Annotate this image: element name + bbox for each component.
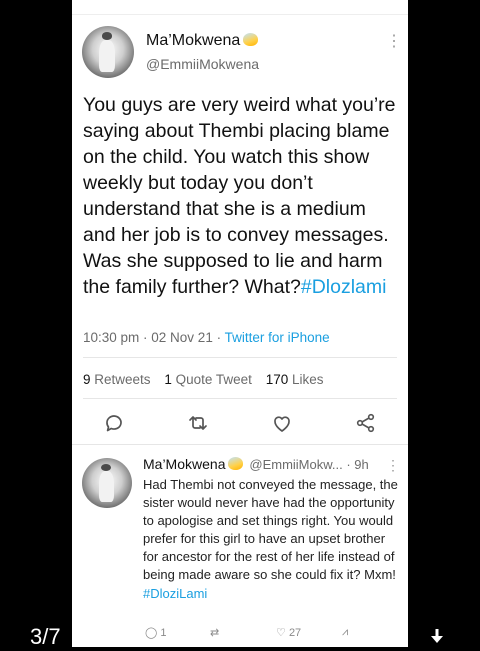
reply-count: 1 (160, 627, 167, 639)
hashtag-link[interactable]: #Dlozlami (301, 276, 387, 298)
tweet-time: 10:30 pm · 02 Nov 21 · (83, 330, 225, 345)
share-small-icon: ⩘ (342, 626, 349, 638)
reply-author-avatar[interactable] (82, 458, 132, 508)
tweet-meta: 10:30 pm · 02 Nov 21 · Twitter for iPhon… (83, 330, 330, 345)
heart-small-icon: ♡ (276, 627, 286, 639)
quote-count: 1 (164, 372, 172, 387)
top-edge (72, 0, 408, 15)
more-options-icon[interactable]: ⋮ (386, 34, 402, 50)
tweet-text: You guys are very weird what you’re sayi… (83, 92, 401, 300)
reply-retweet-action[interactable]: ⇄ (210, 626, 219, 639)
share-icon[interactable] (354, 411, 378, 435)
likes-count: 170 (265, 372, 289, 387)
quote-label: Quote Tweet (175, 372, 252, 387)
reply-author-row[interactable]: Ma’Mokwena @EmmiiMokw... · 9h (143, 456, 369, 472)
reply-more-options-icon[interactable]: ⋮ (386, 457, 400, 473)
reply-like-count: 27 (288, 627, 302, 639)
tweet-viewer: Ma’Mokwena @EmmiiMokwena ⋮ You guys are … (72, 0, 408, 647)
divider (83, 357, 397, 358)
author-name-row[interactable]: Ma’Mokwena (146, 32, 259, 50)
divider (72, 444, 408, 445)
reply-author-name: Ma’Mokwena (143, 456, 226, 472)
reply-like-action[interactable]: ♡ 27 (276, 626, 301, 639)
retweets-count: 9 (83, 372, 91, 387)
author-avatar[interactable] (82, 26, 134, 78)
reply-hashtag-link[interactable]: #DloziLami (143, 586, 207, 601)
download-arrow-icon[interactable] (428, 628, 446, 646)
likes-stat[interactable]: 170 Likes (266, 372, 324, 387)
tweet-source-link[interactable]: Twitter for iPhone (225, 330, 330, 345)
author-handle[interactable]: @EmmiiMokwena (146, 56, 259, 72)
like-heart-icon[interactable] (270, 411, 294, 435)
reply-small-icon: ◯ (145, 627, 158, 639)
reply-reply-action[interactable]: ◯ 1 (145, 626, 167, 639)
retweets-stat[interactable]: 9 Retweets (83, 372, 151, 387)
likes-label: Likes (291, 372, 324, 387)
retweets-label: Retweets (94, 372, 151, 387)
divider (83, 398, 397, 399)
reply-body: Had Thembi not conveyed the message, the… (143, 477, 398, 583)
retweet-icon[interactable] (186, 411, 210, 435)
page-indicator: 3/7 (30, 624, 61, 649)
tweet-body: You guys are very weird what you’re sayi… (83, 94, 396, 298)
tweet-stats: 9 Retweets 1 Quote Tweet 170 Likes (83, 372, 334, 387)
author-name: Ma’Mokwena (146, 32, 241, 49)
reply-share-action[interactable]: ⩘ (342, 626, 348, 639)
reply-icon[interactable] (102, 411, 126, 435)
reply-text: Had Thembi not conveyed the message, the… (143, 476, 398, 603)
retweet-small-icon: ⇄ (210, 627, 220, 639)
emoji-badge-icon (243, 33, 259, 46)
quotes-stat[interactable]: 1 Quote Tweet (164, 372, 252, 387)
emoji-badge-icon (228, 457, 244, 470)
reply-handle-time: @EmmiiMokw... · 9h (249, 457, 369, 472)
